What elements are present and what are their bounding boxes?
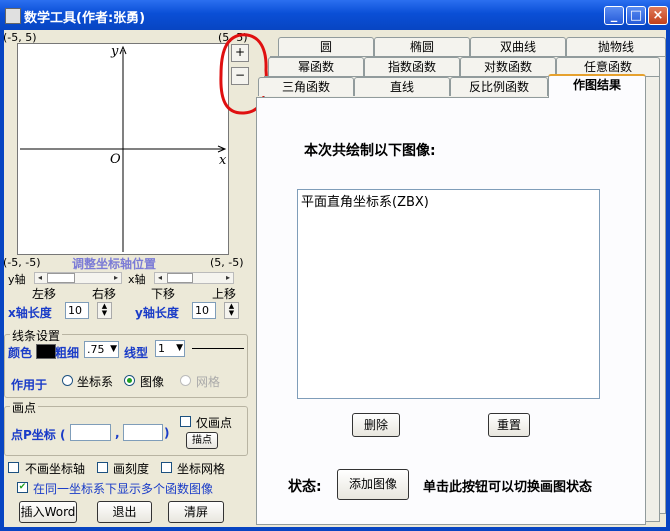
style-value: 1 [158,342,165,355]
corner-bottom-left: (-5, -5) [3,256,41,269]
results-list[interactable]: 平面直角坐标系(ZBX) [297,189,600,399]
tab-power-function[interactable]: 幂函数 [268,57,364,76]
x-length-label: x轴长度 [8,306,52,320]
apply-to-label: 作用于 [11,378,48,392]
point-comma: , [115,426,120,440]
radio-grid [180,375,191,386]
axes-svg [20,45,227,252]
minimize-button[interactable]: _ [604,6,624,25]
app-icon [5,8,21,24]
tab-inverse-proportion[interactable]: 反比例函数 [450,77,548,96]
no-axes-checkbox[interactable] [8,462,19,473]
radio-grid-label: 网格 [196,375,221,389]
ticks-label: 画刻度 [113,462,150,476]
graph-canvas[interactable]: y x O [17,43,229,255]
maximize-button[interactable]: □ [626,6,646,25]
slider-thumb[interactable] [167,273,193,283]
ticks-checkbox[interactable] [97,462,108,473]
exit-button[interactable]: 退出 [97,501,152,523]
tab-hyperbola[interactable]: 双曲线 [470,37,566,56]
chevron-down-icon: ▼ [176,343,183,353]
multi-plot-checkbox[interactable]: ✔ [17,482,28,493]
slider-thumb[interactable] [47,273,75,283]
tab-log-function[interactable]: 对数函数 [460,57,556,76]
tab-trig-function[interactable]: 三角函数 [258,77,354,96]
results-heading: 本次共绘制以下图像: [304,143,436,159]
grid-label: 坐标网格 [177,462,226,476]
only-points-checkbox[interactable] [180,416,191,427]
y-axis-slider-label: y轴 [8,273,26,286]
axis-position-title: 调整坐标轴位置 [72,257,157,271]
line-settings-title: 线条设置 [10,327,63,344]
scroll-right-icon[interactable]: ▸ [223,273,233,283]
origin-label: O [110,152,121,167]
multi-plot-label: 在同一坐标系下显示多个函数图像 [33,482,214,496]
delete-button[interactable]: 删除 [352,413,400,437]
add-image-button[interactable]: 添加图像 [337,469,409,500]
radio-axes-label: 坐标系 [77,375,114,389]
tab-plot-results[interactable]: 作图结果 [548,74,646,98]
x-axis-slider-label: x轴 [128,273,146,286]
color-label: 颜色 [8,346,33,360]
clear-screen-button[interactable]: 清屏 [168,501,224,523]
window-title: 数学工具(作者:张勇) [24,11,146,26]
list-item[interactable]: 平面直角坐标系(ZBX) [298,190,599,211]
scroll-left-icon[interactable]: ◂ [155,273,165,283]
radio-axes[interactable] [62,375,73,386]
scroll-right-icon[interactable]: ▸ [111,273,121,283]
title-bar: 数学工具(作者:张勇) _ □ × [0,0,670,30]
up-move-label: 上移 [212,287,237,301]
point-p-label: 点P坐标 ( [11,428,66,442]
width-label: 粗细 [55,346,80,360]
y-axis-slider[interactable]: ◂ ▸ [34,272,122,284]
close-button[interactable]: × [648,6,668,25]
style-select[interactable]: 1 ▼ [155,340,185,357]
draw-point-button[interactable]: 描点 [186,432,218,449]
window-frame-left [0,30,4,531]
width-select[interactable]: .75 ▼ [84,341,119,358]
point-close-paren: ) [164,426,170,440]
status-hint: 单击此按钮可以切换画图状态 [423,480,593,495]
reset-button[interactable]: 重置 [488,413,530,437]
y-length-input[interactable]: 10 [192,302,216,319]
tab-circle[interactable]: 圆 [278,37,374,56]
scroll-left-icon[interactable]: ◂ [35,273,45,283]
window-frame-right [666,30,670,531]
x-axis-label: x [219,153,227,168]
y-axis-label: y [111,44,119,59]
chevron-down-icon: ▼ [110,344,117,354]
width-value: .75 [87,343,105,356]
tab-exponential-function[interactable]: 指数函数 [364,57,460,76]
tab-ellipse[interactable]: 椭圆 [374,37,470,56]
point-y-input[interactable] [123,424,163,441]
results-panel: 本次共绘制以下图像: 平面直角坐标系(ZBX) 删除 重置 状态: 添加图像 单… [256,97,646,525]
x-axis-slider[interactable]: ◂ ▸ [154,272,234,284]
point-x-input[interactable] [70,424,111,441]
corner-bottom-right: (5, -5) [210,256,244,269]
radio-image-label: 图像 [140,375,165,389]
color-swatch[interactable] [36,344,56,359]
grid-checkbox[interactable] [161,462,172,473]
left-move-label: 左移 [32,287,57,301]
down-move-label: 下移 [151,287,176,301]
right-move-label: 右移 [92,287,117,301]
status-label: 状态: [288,479,322,495]
tab-line[interactable]: 直线 [354,77,450,96]
y-length-label: y轴长度 [135,306,179,320]
tab-parabola[interactable]: 抛物线 [566,37,666,56]
only-points-label: 仅画点 [196,416,233,430]
plot-point-title: 画点 [10,399,39,416]
line-style-preview [192,348,244,349]
y-length-stepper[interactable]: ▲ ▼ [224,302,239,319]
radio-image[interactable] [124,375,135,386]
insert-word-button[interactable]: 插入Word [19,501,77,523]
x-length-input[interactable]: 10 [65,302,89,319]
x-length-stepper[interactable]: ▲ ▼ [97,302,112,319]
no-axes-label: 不画坐标轴 [25,462,86,476]
style-label: 线型 [124,346,149,360]
window-frame-bottom [0,527,670,531]
